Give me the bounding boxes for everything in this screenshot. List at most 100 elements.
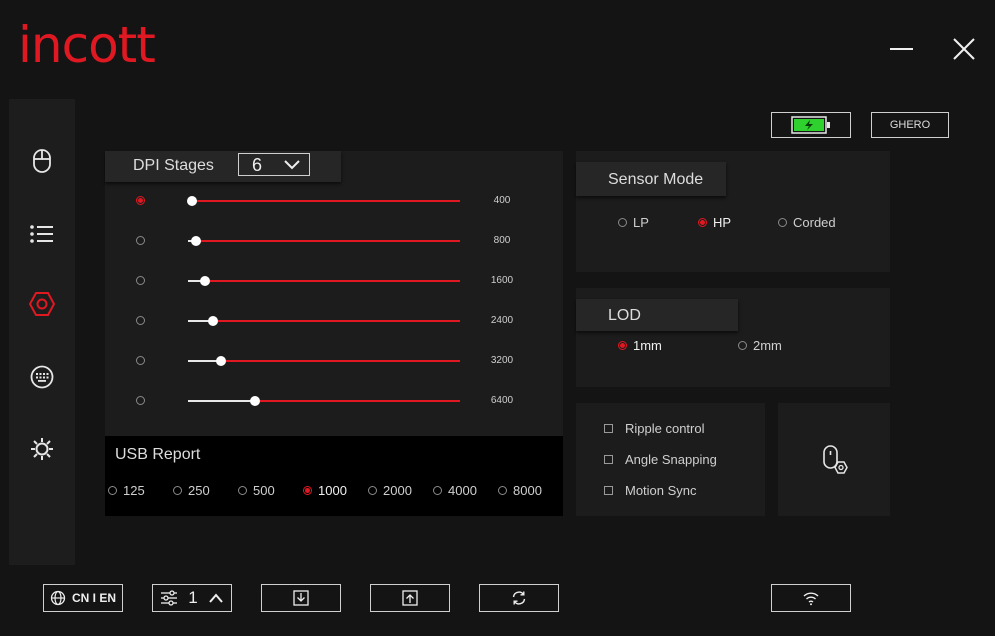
lod-option-label: 2mm — [753, 338, 782, 353]
usb-rate-option-radio[interactable] — [108, 486, 117, 495]
toggle-checkbox[interactable] — [604, 424, 613, 433]
stage-count-value: 6 — [252, 155, 263, 175]
incott-logo: incott — [18, 16, 156, 74]
usb-rate-option[interactable]: 4000 — [433, 483, 477, 498]
lod-option[interactable]: 2mm — [738, 338, 782, 353]
dpi-stage-value: 1600 — [490, 275, 514, 286]
language-button[interactable]: CN I EN — [43, 584, 123, 612]
sidebar — [9, 99, 75, 565]
usb-rate-option-radio[interactable] — [368, 486, 377, 495]
wireless-button[interactable] — [771, 584, 851, 612]
sensor-mode-option-radio[interactable] — [618, 218, 627, 227]
dpi-stage-row: 800 — [105, 220, 563, 260]
sensor-mode-option-label: LP — [633, 215, 649, 230]
sensor-mode-option[interactable]: LP — [618, 215, 649, 230]
toggle-label: Angle Snapping — [625, 452, 717, 467]
dpi-slider[interactable] — [187, 196, 460, 206]
lod-option[interactable]: 1mm — [618, 338, 662, 353]
toggle-option[interactable]: Ripple control — [604, 421, 705, 436]
sidebar-item-list[interactable] — [27, 219, 57, 249]
dpi-slider-thumb[interactable] — [187, 196, 198, 206]
usb-report-title: USB Report — [115, 446, 201, 463]
toggle-label: Ripple control — [625, 421, 705, 436]
sliders-icon — [161, 590, 178, 606]
toggle-checkbox[interactable] — [604, 486, 613, 495]
dpi-stage-value: 6400 — [490, 395, 514, 406]
dpi-slider[interactable] — [188, 356, 460, 366]
usb-rate-option-label: 1000 — [318, 483, 347, 498]
sidebar-item-lighting[interactable] — [27, 434, 57, 464]
import-icon — [293, 590, 309, 606]
dpi-stage-radio[interactable] — [136, 316, 145, 325]
dpi-stage-row: 1600 — [105, 260, 563, 300]
dpi-slider[interactable] — [188, 396, 460, 406]
sidebar-item-mouse[interactable] — [27, 146, 57, 176]
dpi-slider-thumb[interactable] — [249, 396, 260, 406]
usb-rate-option[interactable]: 250 — [173, 483, 210, 498]
usb-rate-option-radio[interactable] — [433, 486, 442, 495]
dpi-slider-thumb[interactable] — [216, 356, 227, 366]
toggle-option[interactable]: Angle Snapping — [604, 452, 717, 467]
dpi-title: DPI Stages — [133, 157, 214, 174]
usb-rate-option-radio[interactable] — [303, 486, 312, 495]
usb-rate-option[interactable]: 8000 — [498, 483, 542, 498]
usb-rate-option-radio[interactable] — [173, 486, 182, 495]
close-button[interactable] — [949, 34, 979, 64]
sensor-mode-option[interactable]: HP — [698, 215, 731, 230]
sun-icon — [31, 438, 53, 460]
sensor-mode-option-radio[interactable] — [778, 218, 787, 227]
dpi-stage-value: 2400 — [490, 315, 514, 326]
dpi-stage-radio[interactable] — [136, 396, 145, 405]
usb-rate-option[interactable]: 125 — [108, 483, 145, 498]
stage-count-select[interactable]: 6 — [238, 153, 310, 176]
dpi-slider[interactable] — [188, 236, 460, 246]
dpi-slider-thumb[interactable] — [191, 236, 202, 246]
sidebar-item-keyboard[interactable] — [27, 362, 57, 392]
profile-selector[interactable]: 1 — [152, 584, 232, 612]
export-button[interactable] — [370, 584, 450, 612]
sidebar-item-settings[interactable] — [27, 289, 57, 319]
dpi-stage-radio[interactable] — [136, 356, 145, 365]
sensor-mode-option-label: Corded — [793, 215, 836, 230]
usb-rate-option[interactable]: 2000 — [368, 483, 412, 498]
import-button[interactable] — [261, 584, 341, 612]
usb-rate-option-radio[interactable] — [498, 486, 507, 495]
toggle-checkbox[interactable] — [604, 455, 613, 464]
dpi-stage-value: 800 — [493, 235, 511, 246]
usb-rate-option-label: 250 — [188, 483, 210, 498]
chevron-up-icon — [208, 593, 223, 603]
battery-status — [771, 112, 851, 138]
dpi-slider-fill — [188, 400, 255, 402]
usb-rate-option-label: 4000 — [448, 483, 477, 498]
usb-rate-option-label: 500 — [253, 483, 275, 498]
profile-number: 1 — [188, 588, 198, 607]
dpi-slider-thumb[interactable] — [208, 316, 219, 326]
mouse-icon — [33, 149, 51, 173]
sensor-mode-option-radio[interactable] — [698, 218, 707, 227]
usb-rate-option-label: 125 — [123, 483, 145, 498]
reset-button[interactable] — [479, 584, 559, 612]
dpi-stage-value: 400 — [493, 195, 511, 206]
lod-option-radio[interactable] — [618, 341, 627, 350]
usb-rate-option-label: 8000 — [513, 483, 542, 498]
dpi-stage-row: 6400 — [105, 380, 563, 420]
toggle-label: Motion Sync — [625, 483, 697, 498]
dpi-slider[interactable] — [188, 276, 460, 286]
dpi-slider[interactable] — [188, 316, 460, 326]
sensor-mode-option[interactable]: Corded — [778, 215, 836, 230]
dpi-stage-radio[interactable] — [136, 276, 145, 285]
mouse-settings-panel[interactable] — [778, 403, 890, 516]
dpi-slider-thumb[interactable] — [199, 276, 210, 286]
usb-report-panel: USB Report — [105, 436, 563, 516]
lod-option-radio[interactable] — [738, 341, 747, 350]
device-name-button[interactable]: GHERO — [871, 112, 949, 138]
usb-rate-option[interactable]: 500 — [238, 483, 275, 498]
dpi-stage-radio[interactable] — [136, 236, 145, 245]
toggle-option[interactable]: Motion Sync — [604, 483, 697, 498]
usb-rate-option[interactable]: 1000 — [303, 483, 347, 498]
globe-icon — [50, 590, 66, 606]
dpi-stage-radio[interactable] — [136, 196, 145, 205]
minimize-button[interactable] — [887, 34, 917, 64]
usb-rate-option-radio[interactable] — [238, 486, 247, 495]
sensor-mode-option-label: HP — [713, 215, 732, 230]
